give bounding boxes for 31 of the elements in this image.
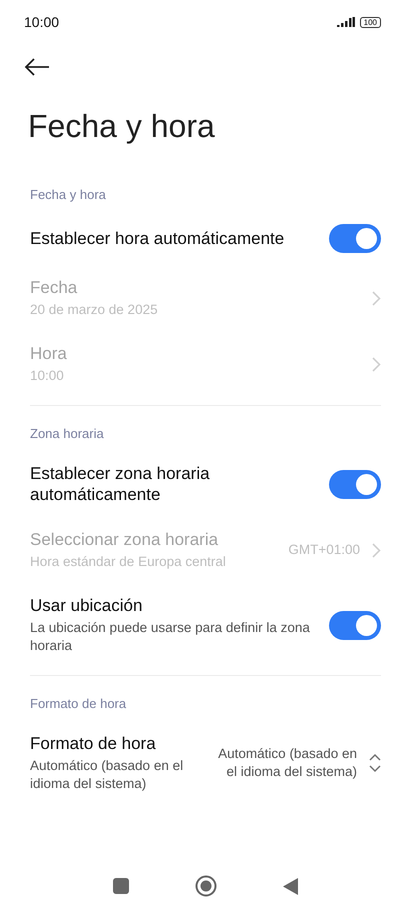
setting-description: 20 de marzo de 2025 [30, 301, 159, 319]
page-title: Fecha y hora [28, 108, 216, 145]
setting-description: Hora estándar de Europa central [30, 553, 227, 571]
setting-description: La ubicación puede usarse para definir la zona horaria [30, 619, 311, 655]
recents-button[interactable] [113, 878, 129, 894]
toggle-switch[interactable] [329, 224, 381, 253]
back-nav-button[interactable] [283, 878, 298, 894]
up-down-chevron-icon [369, 753, 381, 773]
chevron-right-icon [372, 542, 381, 558]
setting-value: Automático (basado en el idioma del sistema) [217, 745, 357, 781]
setting-title: Establecer hora automáticamente [30, 228, 286, 249]
chevron-right-icon [372, 290, 381, 306]
setting-title: Formato de hora [30, 733, 157, 754]
setting-description: 10:00 [30, 367, 65, 385]
setting-title: Seleccionar zona horaria [30, 529, 220, 550]
signal-icon [336, 17, 355, 27]
status-time: 10:00 [24, 14, 60, 30]
toggle-switch[interactable] [329, 470, 381, 498]
home-button[interactable] [195, 875, 217, 897]
setting-description: Automático (basado en el idioma del sistema) [30, 757, 184, 793]
setting-title: Usar ubicación [30, 595, 144, 616]
setting-title: Hora [30, 343, 68, 364]
setting-title: Fecha [30, 277, 78, 298]
section-header: Zona horaria [30, 425, 105, 443]
section-header: Fecha y hora [30, 186, 107, 204]
battery-level: 100 [360, 16, 381, 28]
setting-title: Establecer zona horaria automáticamente [30, 463, 211, 505]
chevron-right-icon [372, 356, 381, 372]
setting-value: GMT+01:00 [288, 541, 360, 559]
section-header: Formato de hora [30, 695, 128, 713]
toggle-switch[interactable] [329, 610, 381, 640]
